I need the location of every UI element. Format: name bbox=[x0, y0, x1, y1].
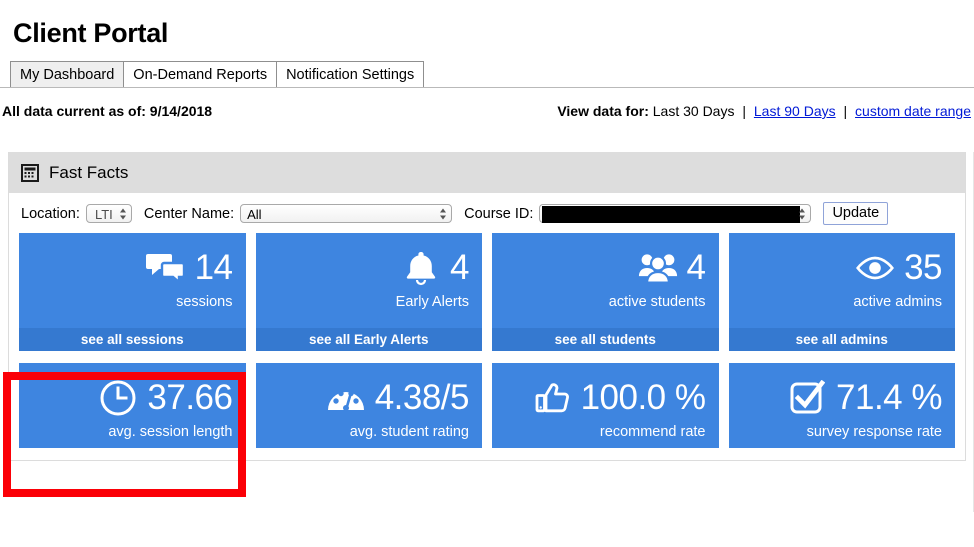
fast-facts-row-1: 14 sessions see all sessions 4 Early Ale… bbox=[9, 233, 965, 351]
tile-sessions-label: sessions bbox=[176, 294, 233, 310]
tile-early-alerts-label: Early Alerts bbox=[395, 294, 469, 310]
course-id-label: Course ID: bbox=[464, 205, 534, 222]
range-last-30-days: Last 30 Days bbox=[652, 103, 735, 119]
tile-survey-response-rate-value: 71.4 % bbox=[836, 378, 942, 417]
tile-survey-response-rate-main: 71.4 % bbox=[729, 363, 956, 421]
range-separator-2: | bbox=[843, 103, 848, 119]
tile-active-students-main: 4 bbox=[492, 233, 719, 291]
fast-facts-header: Fast Facts bbox=[9, 152, 965, 193]
tile-active-students[interactable]: 4 active students see all students bbox=[492, 233, 719, 351]
bell-icon bbox=[401, 248, 441, 288]
tile-sessions[interactable]: 14 sessions see all sessions bbox=[19, 233, 246, 351]
thumbs-up-icon bbox=[532, 378, 572, 418]
location-select-value: LTI bbox=[94, 207, 113, 222]
people-group-icon bbox=[638, 248, 678, 288]
fast-facts-title: Fast Facts bbox=[49, 162, 129, 182]
tile-early-alerts-value: 4 bbox=[450, 248, 469, 287]
update-button[interactable]: Update bbox=[823, 202, 889, 225]
tile-avg-session-length-label: avg. session length bbox=[108, 424, 233, 440]
tile-survey-response-rate-label: survey response rate bbox=[806, 424, 942, 440]
tile-sessions-main: 14 bbox=[19, 233, 246, 291]
view-data-for-label: View data for: bbox=[557, 103, 649, 119]
tile-active-admins-footer-link[interactable]: see all admins bbox=[728, 328, 955, 351]
tab-my-dashboard-label: My Dashboard bbox=[20, 67, 115, 83]
clock-icon bbox=[98, 378, 138, 418]
tile-sessions-footer-link[interactable]: see all sessions bbox=[19, 328, 246, 351]
tile-avg-session-length[interactable]: 37.66 avg. session length bbox=[19, 363, 246, 448]
tile-active-students-footer-link[interactable]: see all students bbox=[492, 328, 719, 351]
chat-bubbles-icon bbox=[145, 248, 186, 288]
gauge-icon bbox=[326, 378, 366, 418]
course-id-select[interactable] bbox=[539, 204, 812, 223]
tile-recommend-rate[interactable]: 100.0 % recommend rate bbox=[492, 363, 719, 448]
tile-avg-session-length-main: 37.66 bbox=[19, 363, 246, 421]
tile-active-admins[interactable]: 35 active admins see all admins bbox=[728, 233, 956, 351]
tile-recommend-rate-value: 100.0 % bbox=[580, 378, 706, 417]
page-title: Client Portal bbox=[13, 18, 169, 48]
tile-recommend-rate-label: recommend rate bbox=[599, 424, 706, 440]
location-label: Location: bbox=[21, 205, 80, 222]
tile-avg-session-length-value: 37.66 bbox=[147, 378, 233, 417]
center-name-label: Center Name: bbox=[143, 205, 235, 222]
course-stepper-arrows-icon bbox=[799, 207, 806, 220]
course-id-redaction-bar bbox=[542, 206, 801, 223]
tile-active-admins-label: active admins bbox=[853, 294, 942, 310]
calculator-icon bbox=[21, 163, 39, 182]
data-status-row: All data current as of: 9/14/2018 View d… bbox=[0, 103, 974, 133]
fast-facts-body: Location: LTI Center Name: All Course ID… bbox=[9, 193, 965, 460]
eye-icon bbox=[855, 248, 895, 288]
tile-avg-student-rating-value: 4.38/5 bbox=[374, 378, 470, 417]
tab-notification-settings-label: Notification Settings bbox=[286, 67, 415, 83]
tab-bar: My Dashboard On-Demand Reports Notificat… bbox=[0, 61, 974, 88]
tile-active-admins-main: 35 bbox=[729, 233, 956, 291]
tile-survey-response-rate[interactable]: 71.4 % survey response rate bbox=[728, 363, 956, 448]
tile-active-admins-value: 35 bbox=[904, 248, 942, 287]
range-separator-1: | bbox=[742, 103, 746, 119]
tile-early-alerts-footer-link[interactable]: see all Early Alerts bbox=[255, 328, 482, 351]
tile-early-alerts-main: 4 bbox=[256, 233, 483, 291]
tile-active-students-label: active students bbox=[608, 294, 706, 310]
tab-my-dashboard[interactable]: My Dashboard bbox=[10, 61, 125, 87]
fast-facts-row-2: 37.66 avg. session length 4.38/5 avg. st… bbox=[9, 363, 965, 448]
tile-active-students-value: 4 bbox=[686, 248, 706, 287]
tab-on-demand-reports-label: On-Demand Reports bbox=[133, 67, 268, 83]
fast-facts-panel: Fast Facts Location: LTI Center Name: Al… bbox=[8, 152, 966, 461]
tile-sessions-value: 14 bbox=[194, 248, 233, 287]
view-data-for-group: View data for: Last 30 Days | Last 90 Da… bbox=[557, 103, 971, 119]
center-name-select-value: All bbox=[247, 207, 262, 222]
tile-avg-student-rating[interactable]: 4.38/5 avg. student rating bbox=[255, 363, 483, 448]
custom-date-range-link[interactable]: custom date range bbox=[855, 103, 971, 119]
tab-notification-settings[interactable]: Notification Settings bbox=[276, 61, 425, 87]
checkbox-checked-icon bbox=[787, 378, 827, 418]
tile-avg-student-rating-main: 4.38/5 bbox=[256, 363, 483, 421]
tab-on-demand-reports[interactable]: On-Demand Reports bbox=[123, 61, 278, 87]
center-name-select[interactable]: All bbox=[240, 204, 453, 223]
location-select[interactable]: LTI bbox=[85, 204, 132, 223]
tile-avg-student-rating-label: avg. student rating bbox=[349, 424, 469, 440]
tile-early-alerts[interactable]: 4 Early Alerts see all Early Alerts bbox=[255, 233, 483, 351]
data-current-label: All data current as of: 9/14/2018 bbox=[2, 103, 213, 119]
stepper-arrows-icon bbox=[119, 207, 127, 220]
filter-bar: Location: LTI Center Name: All Course ID… bbox=[9, 193, 965, 233]
tile-recommend-rate-main: 100.0 % bbox=[492, 363, 719, 421]
range-last-90-days-link[interactable]: Last 90 Days bbox=[754, 103, 836, 119]
chevron-updown-icon bbox=[440, 207, 447, 220]
